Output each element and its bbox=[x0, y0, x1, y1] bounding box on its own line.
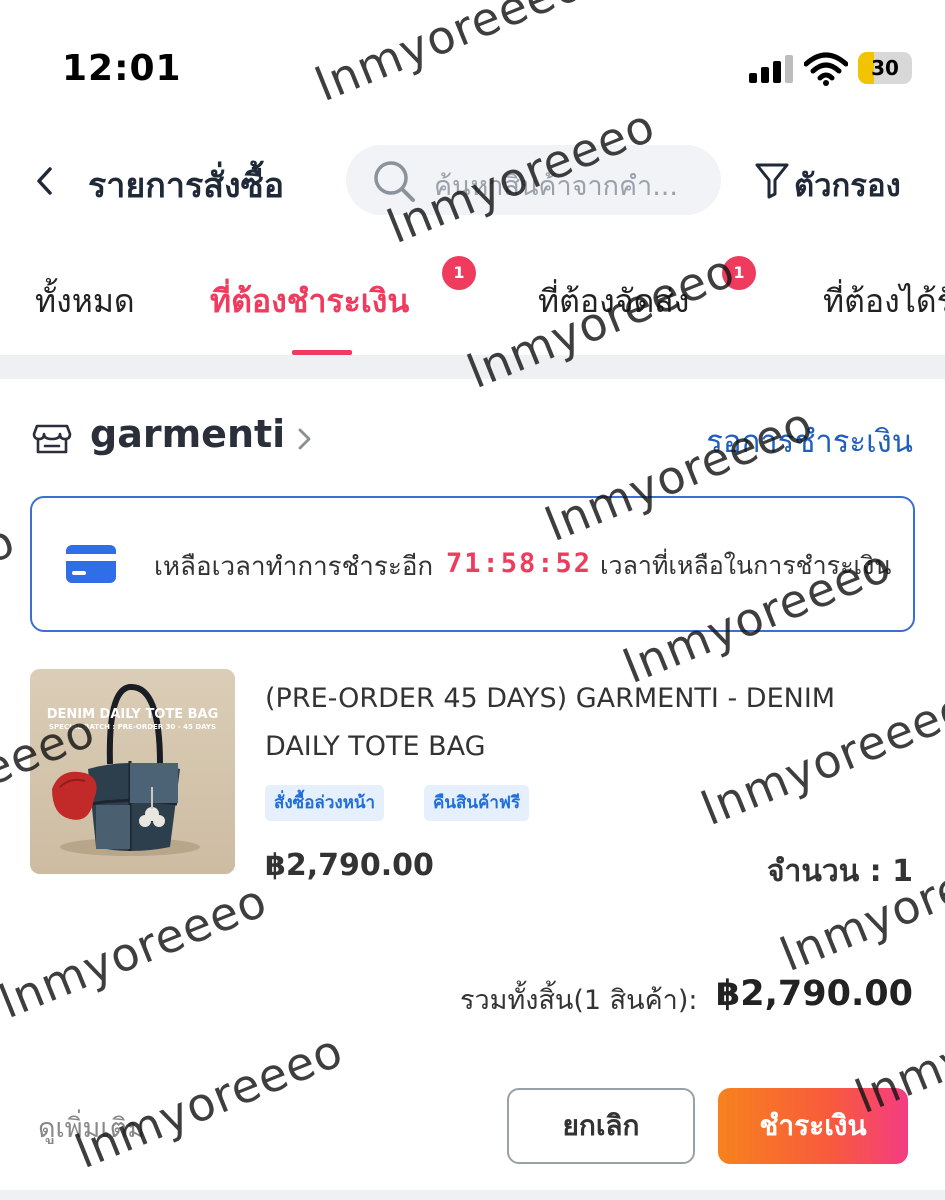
product-image-subtitle: SPECIAL BATCH : PRE-ORDER 30 - 45 DAYS bbox=[49, 723, 216, 731]
section-divider bbox=[0, 355, 945, 379]
tab-to-ship-badge: 1 bbox=[722, 256, 756, 290]
countdown-suffix: เวลาที่เหลือในการชำระเงิน bbox=[600, 551, 892, 580]
search-input[interactable]: ค้นหาสินค้าจากคำ... bbox=[346, 145, 721, 215]
status-clock: 12:01 bbox=[62, 48, 182, 89]
tab-to-receive[interactable]: ที่ต้องได้รับ bbox=[823, 276, 945, 327]
watermark: lnmyoreeeo bbox=[0, 512, 23, 669]
order-total-label: รวมทั้งสิ้น(1 สินค้า): bbox=[460, 985, 698, 1016]
tab-to-pay-badge: 1 bbox=[442, 256, 476, 290]
cellular-signal-icon bbox=[749, 55, 793, 83]
product-image-title: DENIM DAILY TOTE BAG bbox=[46, 707, 219, 722]
pay-now-button[interactable]: ชำระเงิน bbox=[718, 1088, 908, 1164]
order-total-value: ฿2,790.00 bbox=[715, 974, 913, 1014]
cancel-order-button[interactable]: ยกเลิก bbox=[507, 1088, 695, 1164]
product-image[interactable]: DENIM DAILY TOTE BAG SPECIAL BATCH : PRE… bbox=[30, 669, 235, 874]
back-arrow-icon[interactable] bbox=[30, 163, 60, 199]
tab-to-pay[interactable]: ที่ต้องชำระเงิน bbox=[210, 276, 409, 327]
chevron-right-icon bbox=[298, 428, 311, 450]
status-bar: 12:01 30 bbox=[0, 0, 945, 130]
shop-header[interactable]: garmenti รอการชำระเงิน bbox=[0, 400, 945, 470]
product-quantity: จำนวน : 1 bbox=[766, 854, 913, 889]
tab-to-ship[interactable]: ที่ต้องจัดส่ง bbox=[538, 276, 689, 327]
wifi-icon bbox=[804, 52, 848, 86]
watermark: lnmyoreeeo bbox=[0, 872, 275, 1029]
top-navigation-bar: รายการสั่งซื้อ ค้นหาสินค้าจากคำ... ตัวกร… bbox=[0, 130, 945, 230]
tab-all[interactable]: ทั้งหมด bbox=[35, 276, 135, 327]
shop-name[interactable]: garmenti bbox=[90, 412, 285, 456]
order-status-label: รอการชำระเงิน bbox=[706, 424, 913, 460]
page-title: รายการสั่งซื้อ bbox=[88, 166, 285, 206]
search-placeholder: ค้นหาสินค้าจากคำ... bbox=[434, 171, 678, 202]
countdown-timer: 71:58:52 bbox=[446, 548, 593, 579]
battery-level: 30 bbox=[871, 56, 899, 80]
product-title[interactable]: (PRE-ORDER 45 DAYS) GARMENTI - DENIM DAI… bbox=[265, 675, 915, 771]
battery-icon: 30 bbox=[858, 52, 912, 84]
product-price: ฿2,790.00 bbox=[265, 848, 434, 883]
order-status-tabs: ทั้งหมด ที่ต้องชำระเงิน 1 ที่ต้องจัดส่ง … bbox=[0, 240, 945, 355]
search-icon bbox=[374, 161, 415, 202]
filter-funnel-icon bbox=[755, 163, 789, 199]
store-icon bbox=[32, 424, 72, 454]
credit-card-icon bbox=[66, 545, 116, 583]
filter-label: ตัวกรอง bbox=[794, 168, 901, 204]
tote-bag-illustration bbox=[30, 669, 235, 874]
bottom-divider bbox=[0, 1190, 945, 1200]
tag-free-return: คืนสินค้าฟรี bbox=[424, 785, 530, 821]
see-more-link[interactable]: ดูเพิ่มเติม bbox=[38, 1106, 145, 1149]
countdown-label: เหลือเวลาทำการชำระอีก bbox=[154, 552, 434, 582]
watermark: lnmyoreeeo bbox=[67, 1022, 351, 1179]
payment-countdown-banner: เหลือเวลาทำการชำระอีก 71:58:52 เวลาที่เห… bbox=[30, 496, 915, 632]
tag-preorder: สั่งซื้อล่วงหน้า bbox=[265, 785, 385, 821]
